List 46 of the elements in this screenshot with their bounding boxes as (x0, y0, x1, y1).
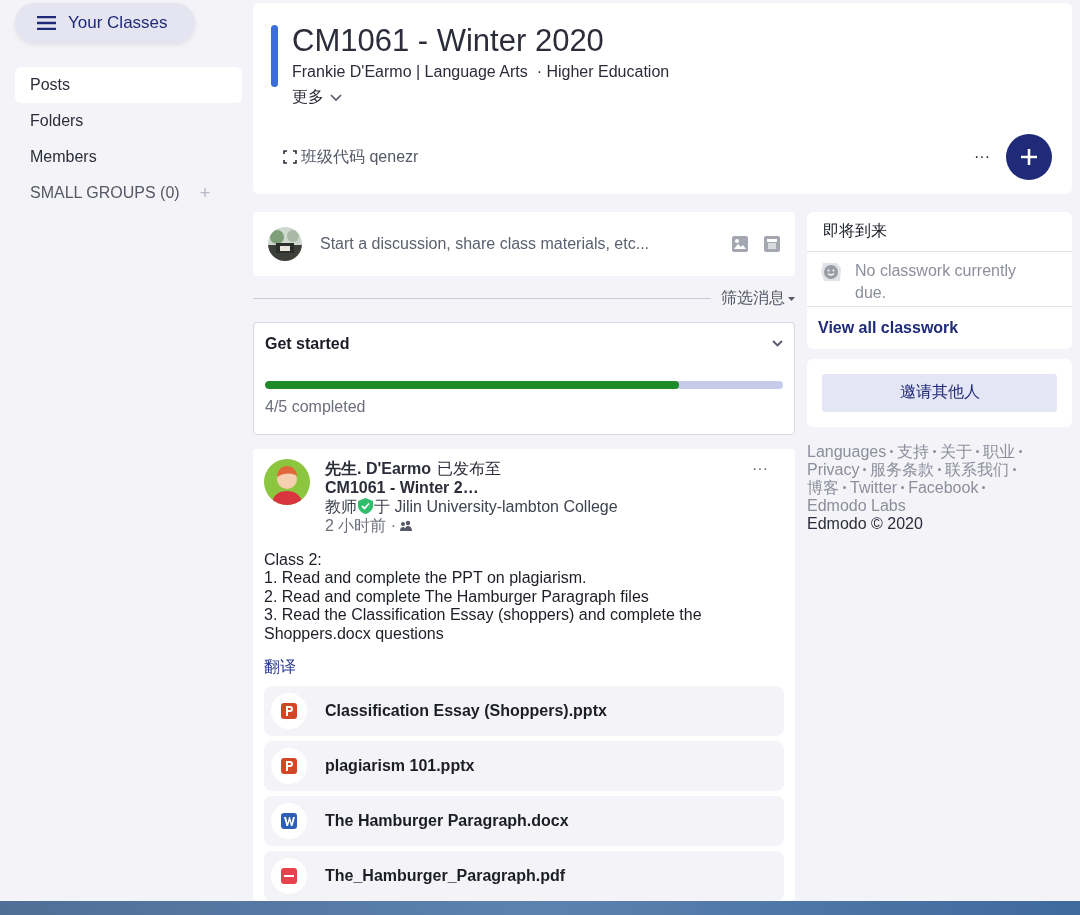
nav-item[interactable]: Folders (15, 103, 242, 139)
card-title: Get started (265, 334, 350, 353)
more-button[interactable]: 更多 (292, 87, 342, 108)
nav-item[interactable]: Posts (15, 67, 242, 103)
attachment-item[interactable]: The_Hamburger_Paragraph.pdf (264, 851, 784, 901)
your-classes-button[interactable]: Your Classes (15, 3, 195, 43)
menu-icon (37, 16, 56, 30)
class-link[interactable]: CM1061 - Winter 2… (325, 477, 479, 497)
small-groups-label[interactable]: SMALL GROUPS (0) (30, 184, 180, 202)
avatar-icon (264, 458, 310, 505)
class-color-bar (271, 25, 278, 87)
class-code[interactable]: 班级代码 qenezr (283, 146, 419, 168)
more-options-button[interactable]: ··· (968, 147, 996, 167)
verified-shield-icon (358, 498, 373, 514)
caret-icon (788, 296, 795, 301)
filter-dropdown[interactable]: 筛选消息 (721, 288, 795, 309)
school-name: 于 Jilin University-lambton College (374, 496, 618, 516)
document-file-icon (280, 812, 298, 830)
empty-message: No classwork currently due. (855, 260, 1017, 303)
post-time: 2 小时前 · (325, 515, 397, 535)
nav-item[interactable]: Members (15, 139, 242, 175)
invite-button[interactable]: 邀请其他人 (822, 373, 1057, 412)
discussion-input[interactable]: Start a discussion, share class materials, etc... (318, 233, 716, 254)
attachment-item[interactable]: plagiarism 101.pptx (264, 741, 784, 791)
attachment-item[interactable]: Classification Essay (Shoppers).pptx (264, 686, 784, 736)
plus-icon (1020, 148, 1038, 166)
card-title: 即将到来 (807, 211, 1072, 252)
author-name[interactable]: 先生. D'Earmo (325, 458, 432, 478)
attachment-item[interactable]: The Hamburger Paragraph.docx (264, 796, 784, 846)
post-options-button[interactable]: ··· (746, 458, 774, 479)
slides-file-icon (280, 757, 298, 775)
post-text: Class 2: 1. Read and complete the PPT on plagiarism. 2. Read and complete The Hamburger Paragraph files 3. Read the Classification Essay (shoppers) and complete the Shoppers.docx questions (264, 550, 703, 643)
bracket-icon (283, 150, 297, 164)
copyright: Edmodo © 2020 (807, 514, 924, 533)
add-button[interactable] (1006, 134, 1052, 180)
class-subtitle: Frankie D'Earmo | Language Arts · Higher Education (292, 63, 670, 81)
posted-to-label: 已发布至 (437, 458, 502, 478)
slides-file-icon (280, 702, 298, 720)
audience-icon (400, 519, 413, 531)
chevron-down-icon[interactable] (772, 340, 783, 347)
role-label: 教师 (325, 496, 357, 516)
view-all-link[interactable]: View all classwork (807, 306, 1072, 349)
class-title: CM1061 - Winter 2020 (292, 23, 605, 59)
progress-status: 4/5 completed (265, 397, 367, 416)
translate-link[interactable]: 翻译 (264, 657, 296, 678)
chevron-down-icon (330, 93, 342, 102)
